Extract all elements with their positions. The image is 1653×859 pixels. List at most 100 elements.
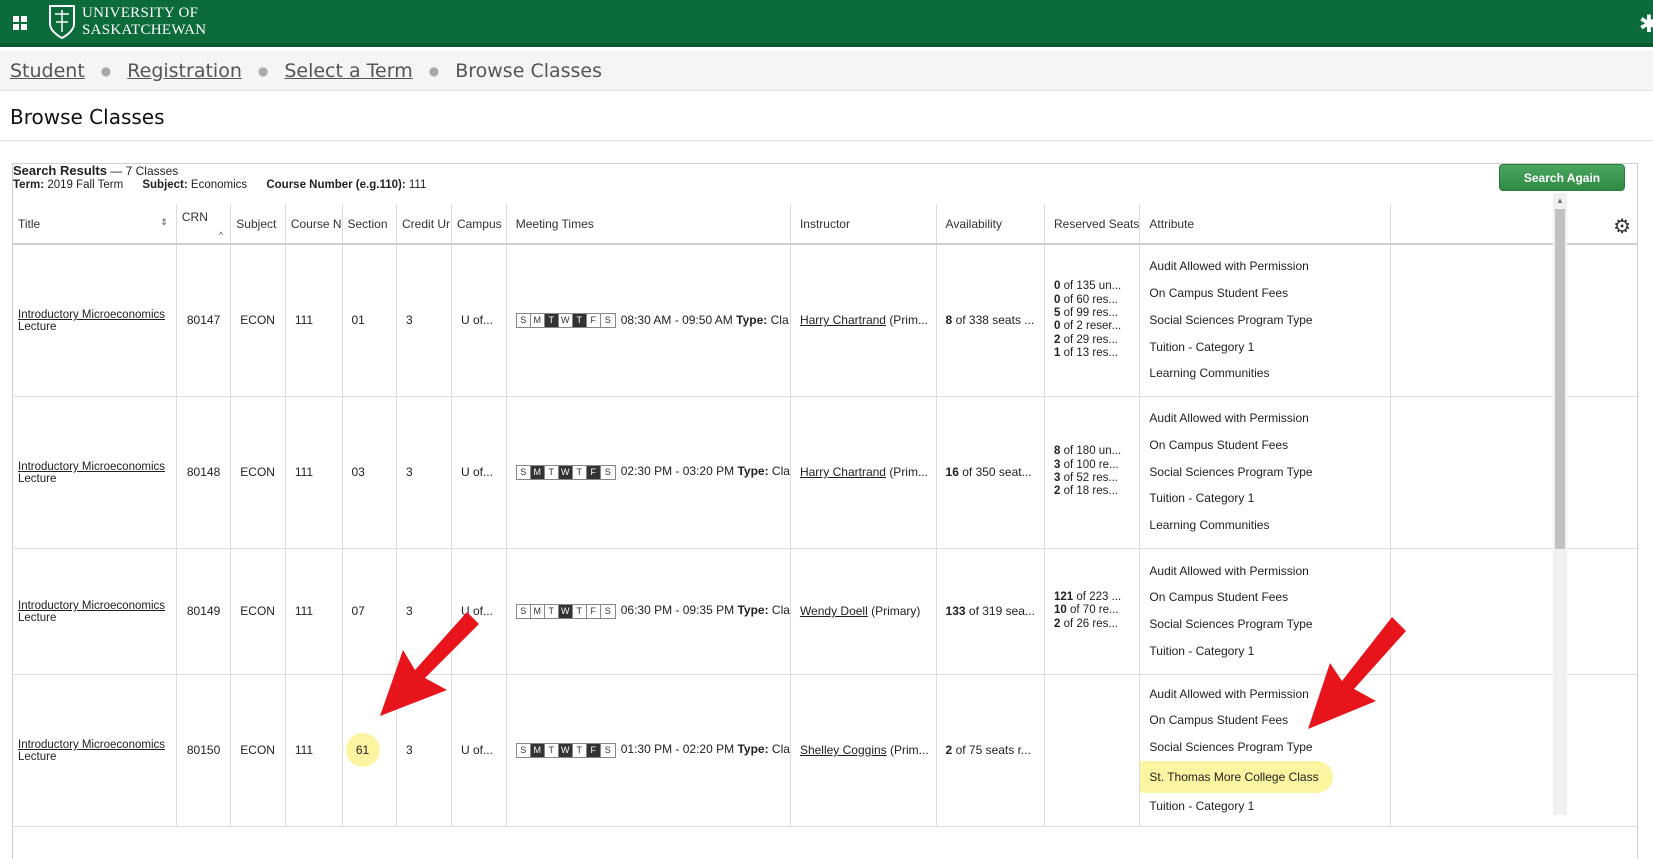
cell-title: Introductory Microeconomics Lecture (13, 674, 177, 827)
attribute-item: Social Sciences Program Type (1149, 307, 1389, 334)
col-availability[interactable]: Availability (936, 204, 1046, 245)
instructor-link[interactable]: Harry Chartrand (800, 313, 886, 327)
cell-subject: ECON (230, 674, 286, 827)
red-arrow-icon (1308, 617, 1406, 729)
reserved-count: 3 (1054, 472, 1061, 484)
col-course-number[interactable]: Course N (285, 204, 343, 245)
scroll-thumb[interactable] (1555, 209, 1565, 549)
instructor-link[interactable]: Shelley Coggins (800, 743, 887, 757)
section-highlight: 61 (345, 733, 380, 767)
attribute-item: Audit Allowed with Permission (1149, 253, 1389, 280)
attribute-text: Social Sciences Program Type (1149, 740, 1313, 754)
settings-corner-icon[interactable]: ✱ (1639, 10, 1653, 39)
reserved-detail: of 29 res... (1063, 333, 1118, 346)
course-title-link[interactable]: Introductory Microeconomics (18, 461, 165, 473)
reserved-seat-line: 1 of 13 res... (1054, 347, 1139, 360)
col-subject-label: Subject (236, 216, 277, 231)
breadcrumb-registration[interactable]: Registration (127, 60, 242, 82)
type-label: Type: (736, 312, 768, 327)
cell-crn: 80150 (176, 674, 232, 827)
col-crn[interactable]: CRN ^ (176, 204, 232, 245)
sort-asc-icon[interactable]: ^ (219, 230, 223, 240)
col-credit-units[interactable]: Credit Ur (396, 204, 452, 245)
day-box: M (530, 743, 545, 757)
availability-detail: of 350 seat... (962, 465, 1032, 479)
availability-detail: of 75 seats r... (955, 743, 1031, 757)
cell-instructor: Shelley Coggins (Prim... (790, 674, 937, 827)
day-box: W (558, 313, 573, 327)
course-title-link[interactable]: Introductory Microeconomics (18, 739, 165, 751)
app-grid-icon[interactable] (13, 16, 27, 30)
col-credit-label: Credit Ur (402, 216, 451, 231)
reserved-seat-line: 2 of 29 res... (1054, 334, 1139, 347)
reserved-detail: of 70 re... (1070, 604, 1119, 617)
day-box: F (586, 604, 601, 618)
col-title[interactable]: Title ⇕ (13, 204, 177, 245)
cell-subject: ECON (230, 244, 286, 397)
col-meeting-times[interactable]: Meeting Times (506, 204, 791, 245)
reserved-detail: of 135 un... (1063, 280, 1122, 293)
col-instructor[interactable]: Instructor (790, 204, 937, 245)
day-box: M (530, 604, 545, 618)
vertical-scrollbar[interactable]: ▲ (1553, 193, 1567, 815)
table-header-row: Title ⇕ CRN ^ Subject Course N Section Cre… (13, 204, 1637, 245)
day-box: S (600, 743, 615, 757)
col-campus[interactable]: Campus (451, 204, 507, 245)
attribute-text: Tuition - Category 1 (1149, 643, 1255, 658)
search-again-button[interactable]: Search Again (1499, 164, 1625, 191)
subject-value: Economics (190, 179, 248, 191)
col-settings: ⚙ (1390, 204, 1637, 245)
schedule-type: Lecture (18, 473, 57, 485)
cell-crn: 80147 (176, 244, 232, 397)
reserved-detail: of 13 res... (1063, 346, 1118, 359)
attribute-item: Social Sciences Program Type (1149, 734, 1389, 761)
top-bar: UNIVERSITY OF SASKATCHEWAN ✱ (0, 0, 1653, 47)
credits-value: 3 (406, 743, 413, 757)
attribute-item: On Campus Student Fees (1149, 432, 1389, 459)
course-value: 111 (294, 313, 314, 328)
attribute-text: Tuition - Category 1 (1149, 798, 1255, 813)
reserved-seat-line: 0 of 135 un... (1054, 280, 1139, 293)
university-logo[interactable]: UNIVERSITY OF SASKATCHEWAN (48, 4, 206, 40)
col-campus-label: Campus (456, 216, 502, 231)
course-value: 111 (294, 465, 314, 479)
attribute-text: On Campus Student Fees (1149, 286, 1289, 301)
attribute-item: Tuition - Category 1 (1149, 334, 1389, 361)
attribute-text: Audit Allowed with Permission (1149, 411, 1309, 426)
cell-title: Introductory Microeconomics Lecture (13, 244, 177, 397)
instructor-role: (Primary) (871, 604, 921, 618)
day-box: T (544, 465, 559, 479)
col-section[interactable]: Section (342, 204, 398, 245)
meeting-days: SMTWTFS (515, 603, 616, 619)
breadcrumb-student[interactable]: Student (10, 60, 85, 82)
day-box: W (558, 743, 573, 757)
cell-instructor: Harry Chartrand (Prim... (790, 244, 937, 397)
reserved-detail: of 99 res... (1063, 306, 1118, 319)
day-box: F (586, 465, 601, 479)
col-attribute[interactable]: Attribute (1139, 204, 1392, 245)
attribute-text: Social Sciences Program Type (1149, 312, 1313, 327)
instructor-link[interactable]: Harry Chartrand (800, 465, 886, 479)
cell-availability: 8 of 338 seats ... (936, 244, 1046, 397)
attribute-text: Tuition - Category 1 (1149, 339, 1255, 354)
instructor-link[interactable]: Wendy Doell (800, 604, 868, 618)
gear-icon[interactable]: ⚙ (1613, 214, 1631, 239)
col-subject[interactable]: Subject (230, 204, 286, 245)
course-title-link[interactable]: Introductory Microeconomics (18, 309, 165, 321)
cell-meeting-times: S M T W T F S 01:30 PM - 02:20 PM Type: Cla (506, 674, 791, 827)
type-value: Cla (771, 742, 790, 757)
course-title-link[interactable]: Introductory Microeconomics (18, 600, 165, 612)
scroll-up-icon[interactable]: ▲ (1556, 196, 1564, 205)
cell-course: 111 (285, 674, 343, 827)
col-reserved-seats[interactable]: Reserved Seats (1044, 204, 1141, 245)
day-box: S (516, 465, 531, 479)
attribute-item: Audit Allowed with Permission (1149, 558, 1389, 585)
reserved-count: 3 (1054, 458, 1061, 471)
results-count: — 7 Classes (110, 164, 179, 178)
day-box: T (572, 604, 587, 618)
breadcrumb-select-term[interactable]: Select a Term (284, 60, 412, 82)
cell-subject: ECON (230, 396, 286, 549)
term-value: 2019 Fall Term (47, 179, 124, 191)
sort-icon[interactable]: ⇕ (160, 217, 168, 228)
attribute-text: Social Sciences Program Type (1149, 464, 1313, 479)
